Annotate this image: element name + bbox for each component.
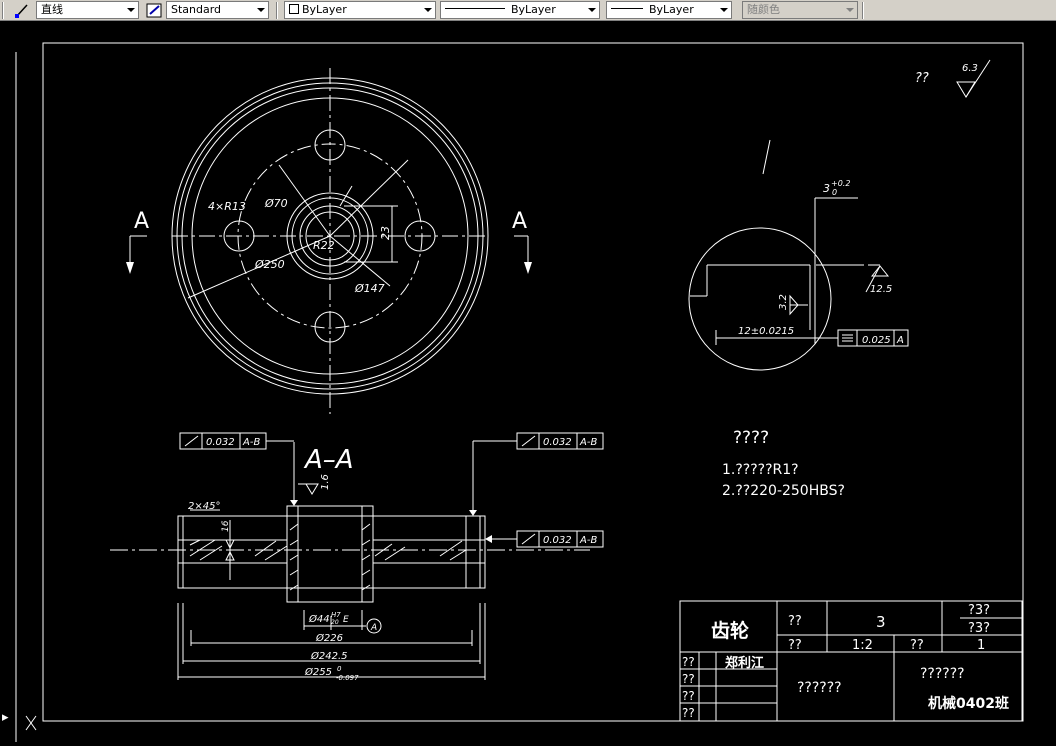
runout-tol-1: 0.032 [206,437,235,448]
section-label-left: A [134,209,149,234]
lineweight-value: ByLayer [649,3,694,16]
tb-h1: ?? [788,614,802,629]
dim-12: 12±0.0215 [738,326,794,337]
chamfer-label: 2×45° [188,501,220,512]
chevron-down-icon [842,2,857,18]
chevron-down-icon[interactable] [420,2,435,18]
tb-qty: 3 [876,613,886,631]
chevron-down-icon[interactable] [584,2,599,18]
dim-d255: Ø255 [304,666,332,678]
tb-h3: ?? [910,638,924,653]
line-icon[interactable] [14,2,32,19]
properties-toolbar: 直线 Standard ByLayer ByLayer ByLayer 随颜色 [0,0,1056,21]
datum-a: A [370,623,377,633]
color-swatch-icon [289,4,299,14]
layer-combo[interactable]: ByLayer [284,1,436,19]
linetype-combo[interactable]: ByLayer [440,1,600,19]
dim-d44: Ø44 [308,613,330,625]
tb-one: 1 [977,638,985,653]
plot-style-combo: 随颜色 [742,1,858,19]
lineweight-combo[interactable]: ByLayer [606,1,732,19]
toolbar-grip[interactable] [276,2,278,19]
rough-12-5: 12.5 [870,284,892,295]
dim-d70: Ø70 [264,197,288,210]
roughness-label: ?? [915,71,929,86]
dim-d255-tol: 0 [337,665,342,673]
command-combo[interactable]: 直线 [36,1,139,19]
lineweight-preview-icon [611,8,643,9]
tb-school: ?????? [797,680,842,696]
tb-lbl2: ?? [682,672,695,686]
dim-3: 3 [823,182,830,195]
plot-style-value: 随颜色 [747,3,780,16]
tb-lbl4: ?? [682,706,695,720]
toolbar-grip [862,2,864,19]
toolbar-grip[interactable] [2,2,4,19]
text-style-combo[interactable]: Standard [166,1,269,19]
dim-d250: Ø250 [254,258,285,271]
dim-d255-tol-low: -0.097 [336,674,359,682]
notes-line-1: 1.?????R1? [722,462,799,478]
dim-r22: R22 [313,239,335,252]
tb-r1: ?3? [968,603,990,618]
text-style-value: Standard [171,3,222,16]
roughness-value: 6.3 [962,63,978,74]
chevron-down-icon[interactable] [123,2,138,18]
notes-title: ???? [733,428,769,448]
section-view [110,432,604,680]
tb-mid: ?????? [920,666,965,682]
dim-3-tol-low: 0 [832,188,837,197]
ucs-arrow-icon: ▸ [2,710,9,725]
tb-r2: ?3? [968,621,990,636]
runout-datum-2: A-B [579,437,597,448]
dim-3-tol: +0.2 [831,179,850,188]
runout-datum-3: A-B [579,535,597,546]
text-style-icon[interactable] [146,2,164,19]
linetype-value: ByLayer [511,3,556,16]
sym-datum: A [896,335,904,346]
dim-d147: Ø147 [354,282,385,295]
rough-16: 16 [221,520,231,532]
dim-23: 23 [379,226,392,240]
drawing-canvas[interactable]: A A 4×R13 Ø70 R22 23 Ø250 Ø147 3 +0.2 0 … [0,21,1056,742]
runout-tol-3: 0.032 [543,535,572,546]
rough-3-2: 3.2 [778,294,789,310]
section-label-right: A [512,209,527,234]
dim-4xr13: 4×R13 [208,200,246,213]
notes-line-2: 2.??220-250HBS? [722,483,845,499]
drawing-svg[interactable]: A A 4×R13 Ø70 R22 23 Ø250 Ø147 3 +0.2 0 … [0,21,1056,742]
dim-d44-tol2: E [343,615,349,625]
command-combo-value: 直线 [41,3,63,16]
ucs-icon [15,52,37,742]
dim-d44-sub: 20 [331,619,339,626]
tb-lbl1: ?? [682,655,695,669]
dim-d226: Ø226 [315,632,343,644]
dim-d44-tol: H7 [331,611,341,619]
tb-designer: 郑利江 [725,655,764,671]
tb-class: 机械0402班 [928,695,1009,712]
tb-scale: 1:2 [852,638,873,653]
part-name: 齿轮 [711,619,749,642]
runout-tol-2: 0.032 [543,437,572,448]
dim-d242: Ø242.5 [310,650,348,662]
section-title: A–A [303,445,354,475]
tb-h2: ?? [788,638,802,653]
chevron-down-icon[interactable] [253,2,268,18]
runout-datum-1: A-B [242,437,260,448]
linetype-preview-icon [445,8,505,9]
layer-value: ByLayer [302,3,347,16]
sym-tol: 0.025 [862,335,891,346]
tb-lbl3: ?? [682,689,695,703]
chevron-down-icon[interactable] [716,2,731,18]
rough-1-6: 1.6 [320,474,331,490]
